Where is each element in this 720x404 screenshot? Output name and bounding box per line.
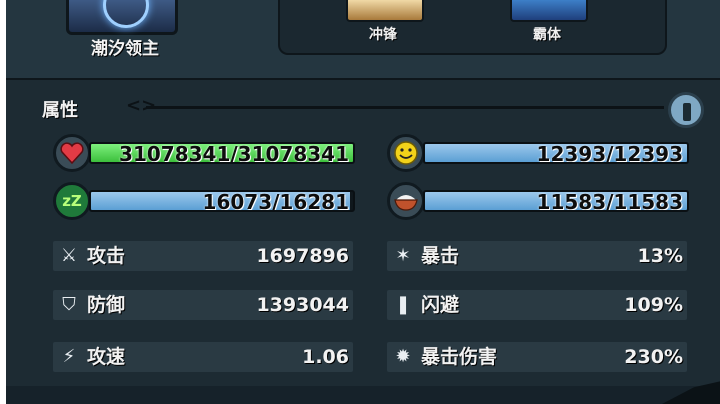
sleep-bar: zZ 16073/16281	[53, 182, 355, 220]
smiley-icon	[387, 134, 425, 172]
super-armor-skill-icon[interactable]	[510, 0, 588, 22]
hero-emblem-icon	[103, 0, 149, 28]
hero-portrait[interactable]	[66, 0, 178, 35]
skill-label-charge: 冲锋	[369, 27, 397, 43]
stat-defense-value: 1393044	[256, 294, 349, 316]
food-bar: 11583/11583	[387, 182, 689, 220]
stat-defense-label: 防御	[87, 294, 126, 316]
crossed-swords-icon: ⚔	[60, 245, 78, 266]
stat-crit-damage-label: 暴击伤害	[421, 346, 498, 368]
stat-attack-speed-value: 1.06	[302, 346, 349, 368]
info-icon	[683, 103, 691, 121]
stat-dodge: ❚ 闪避 109%	[387, 290, 687, 320]
hero-skill-band: 潮汐领主 冲锋 霸体	[6, 0, 720, 80]
character-panel: 潮汐领主 冲锋 霸体 属性 <> 31078341/31078341 zZ 16…	[6, 0, 720, 404]
crit-damage-icon: ✹	[395, 346, 411, 367]
skill-label-super-armor: 霸体	[533, 27, 561, 43]
stat-dodge-label: 闪避	[421, 294, 460, 316]
hp-bar-track: 31078341/31078341	[89, 142, 355, 164]
hero-name: 潮汐领主	[91, 39, 159, 59]
stat-attack-speed-label: 攻速	[87, 346, 126, 368]
mood-bar-track: 12393/12393	[423, 142, 689, 164]
zzz-icon: zZ	[53, 182, 91, 220]
food-bowl-icon	[387, 182, 425, 220]
stat-crit: ✶ 暴击 13%	[387, 241, 687, 271]
stat-crit-damage: ✹ 暴击伤害 230%	[387, 342, 687, 372]
stat-defense: ⛉ 防御 1393044	[53, 290, 353, 320]
shield-icon: ⛉	[62, 294, 76, 315]
stat-attack: ⚔ 攻击 1697896	[53, 241, 353, 271]
heart-icon	[53, 134, 91, 172]
hp-bar: 31078341/31078341	[53, 134, 355, 172]
stat-dodge-value: 109%	[624, 294, 683, 316]
hp-value: 31078341/31078341	[119, 142, 349, 164]
divider-ornament-icon: <>	[126, 95, 157, 116]
attributes-title: 属性	[42, 100, 78, 121]
stat-crit-value: 13%	[637, 245, 683, 267]
stat-crit-damage-value: 230%	[624, 346, 683, 368]
stat-attack-speed: ⚡ 攻速 1.06	[53, 342, 353, 372]
stat-crit-label: 暴击	[421, 245, 460, 267]
charge-skill-icon[interactable]	[346, 0, 424, 22]
panel-bottom-edge	[6, 386, 720, 404]
section-divider	[146, 106, 664, 109]
sword-speed-icon: ⚡	[62, 346, 76, 367]
sleep-bar-track: 16073/16281	[89, 190, 355, 212]
sleep-value: 16073/16281	[202, 190, 349, 212]
crit-burst-icon: ✶	[395, 245, 411, 266]
mood-bar: 12393/12393	[387, 134, 689, 172]
skill-panel: 冲锋 霸体	[278, 0, 667, 55]
food-value: 11583/11583	[536, 190, 683, 212]
stat-attack-label: 攻击	[87, 245, 126, 267]
dodge-icon: ❚	[395, 294, 411, 315]
stat-attack-value: 1697896	[256, 245, 349, 267]
mood-value: 12393/12393	[536, 142, 683, 164]
food-bar-track: 11583/11583	[423, 190, 689, 212]
info-button[interactable]	[668, 92, 704, 128]
